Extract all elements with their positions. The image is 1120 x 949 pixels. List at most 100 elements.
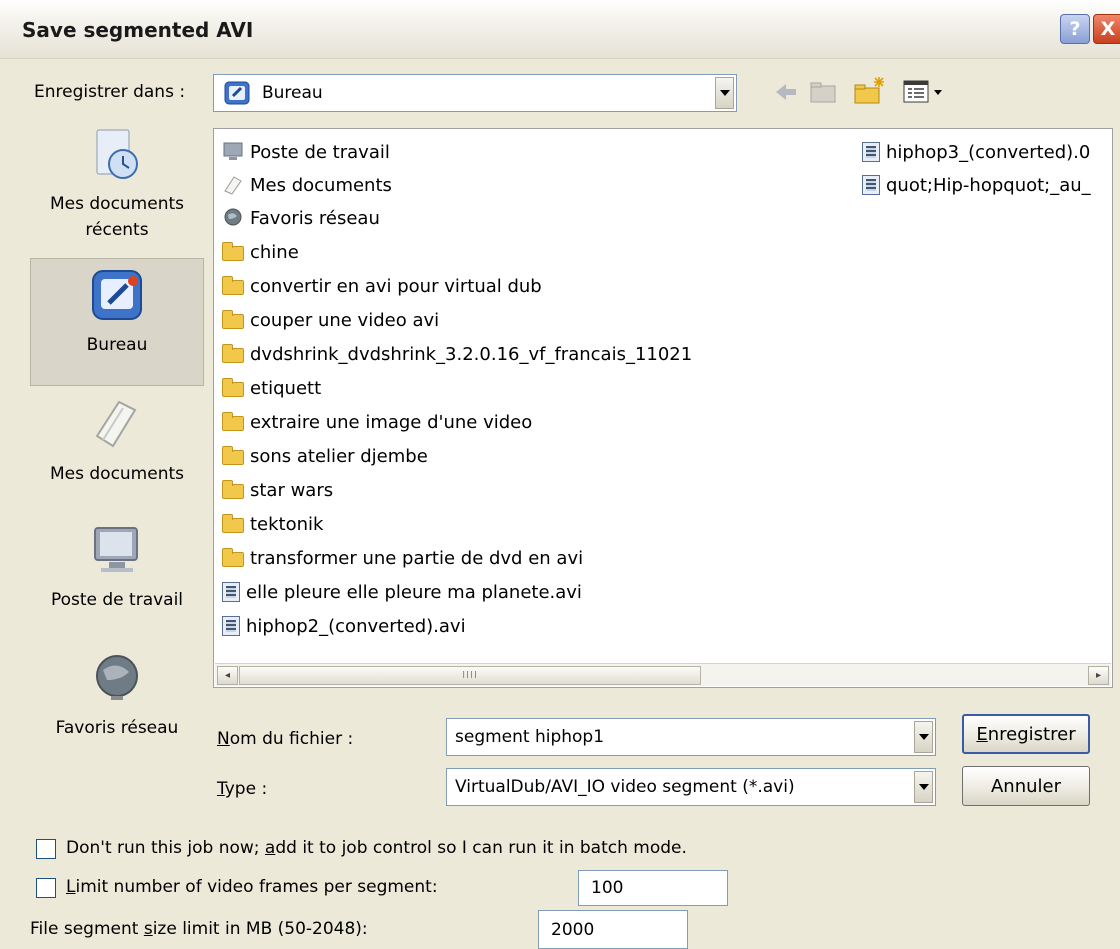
place-desktop[interactable]: Bureau	[30, 258, 204, 386]
folder-icon	[222, 412, 244, 431]
item-name: dvdshrink_dvdshrink_3.2.0.16_vf_francais…	[250, 343, 693, 365]
title-bar: Save segmented AVI ? X	[0, 0, 1120, 59]
list-item[interactable]: Poste de travail	[222, 137, 390, 167]
place-label: Poste de travail	[50, 590, 184, 610]
item-name: chine	[250, 241, 299, 263]
frames-per-segment-input[interactable]: 100	[578, 870, 728, 906]
desktop-icon	[92, 270, 142, 320]
horizontal-scrollbar[interactable]: ◂ IIII ▸	[215, 663, 1111, 686]
batch-mode-label: Don't run this job now; add it to job co…	[66, 838, 687, 858]
item-name: star wars	[250, 479, 334, 501]
save-in-value: Bureau	[262, 83, 323, 103]
filename-combo[interactable]: segment hiphop1	[446, 718, 936, 756]
place-recent-documents[interactable]: Mes documents récents	[30, 126, 204, 258]
place-my-documents[interactable]: Mes documents	[30, 396, 204, 514]
window-title: Save segmented AVI	[22, 18, 254, 42]
avi-file-icon	[222, 616, 240, 636]
place-label: Favoris réseau	[55, 718, 179, 738]
place-label: Mes documents récents	[49, 194, 185, 240]
avi-file-icon	[862, 142, 880, 162]
scroll-left-button[interactable]: ◂	[217, 666, 238, 685]
network-places-icon	[96, 655, 138, 700]
save-button[interactable]: Enregistrer	[962, 714, 1090, 754]
place-label: Mes documents	[49, 464, 185, 484]
item-name: tektonik	[250, 513, 324, 535]
list-item[interactable]: quot;Hip-hopquot;_au_	[862, 170, 1091, 200]
batch-mode-checkbox[interactable]	[36, 839, 56, 859]
item-name: elle pleure elle pleure ma planete.avi	[246, 581, 582, 603]
filetype-value: VirtualDub/AVI_IO video segment (*.avi)	[455, 777, 795, 797]
my-documents-icon	[95, 400, 137, 448]
folder-icon	[222, 378, 244, 397]
computer-icon	[223, 142, 243, 160]
list-item[interactable]: convertir en avi pour virtual dub	[222, 271, 542, 301]
list-item[interactable]: hiphop3_(converted).0	[862, 137, 1090, 167]
list-item[interactable]: transformer une partie de dvd en avi	[222, 543, 583, 573]
filetype-combo[interactable]: VirtualDub/AVI_IO video segment (*.avi)	[446, 768, 936, 806]
list-item[interactable]: chine	[222, 237, 299, 267]
documents-icon	[224, 176, 242, 195]
folder-icon	[222, 446, 244, 465]
filename-label: Nom du fichier :	[217, 729, 354, 749]
place-my-computer[interactable]: Poste de travail	[30, 522, 204, 650]
folder-icon	[222, 276, 244, 295]
folder-icon	[222, 548, 244, 567]
list-item[interactable]: etiquett	[222, 373, 321, 403]
close-button[interactable]: X	[1093, 14, 1120, 44]
place-label: Bureau	[86, 335, 148, 355]
save-in-label: Enregistrer dans :	[34, 82, 186, 102]
cancel-button[interactable]: Annuler	[962, 766, 1090, 806]
item-name: extraire une image d'une video	[250, 411, 533, 433]
list-item[interactable]: Mes documents	[222, 170, 392, 200]
segment-size-value: 2000	[551, 919, 595, 940]
file-list[interactable]: Poste de travail Mes documents Favoris r…	[213, 128, 1113, 688]
filetype-dropdown-button[interactable]	[914, 771, 933, 803]
list-item[interactable]: dvdshrink_dvdshrink_3.2.0.16_vf_francais…	[222, 339, 692, 369]
list-item[interactable]: star wars	[222, 475, 333, 505]
list-item[interactable]: couper une video avi	[222, 305, 439, 335]
my-computer-icon	[94, 527, 138, 572]
list-item[interactable]: sons atelier djembe	[222, 441, 428, 471]
list-item[interactable]: extraire une image d'une video	[222, 407, 532, 437]
save-in-combo[interactable]: Bureau	[213, 74, 737, 112]
folder-icon	[222, 242, 244, 261]
filename-dropdown-button[interactable]	[914, 721, 933, 753]
item-name: hiphop3_(converted).0	[886, 141, 1091, 163]
segment-size-label: File segment size limit in MB (50-2048):	[30, 919, 368, 939]
place-network-places[interactable]: Favoris réseau	[30, 650, 204, 766]
list-item[interactable]: tektonik	[222, 509, 323, 539]
frames-value: 100	[591, 878, 624, 898]
avi-file-icon	[222, 582, 240, 602]
item-name: etiquett	[250, 377, 322, 399]
recent-documents-icon	[96, 129, 138, 179]
folder-icon	[222, 310, 244, 329]
list-item[interactable]: hiphop2_(converted).avi	[222, 611, 466, 641]
back-icon[interactable]	[772, 80, 800, 104]
item-name: Favoris réseau	[250, 207, 380, 229]
limit-frames-label: Limit number of video frames per segment…	[66, 877, 438, 897]
avi-file-icon	[862, 175, 880, 195]
network-icon	[224, 208, 242, 226]
filename-value: segment hiphop1	[455, 727, 605, 747]
folder-icon	[222, 480, 244, 499]
view-menu-icon[interactable]	[900, 78, 946, 106]
scroll-right-button[interactable]: ▸	[1088, 666, 1109, 685]
item-name: transformer une partie de dvd en avi	[250, 547, 584, 569]
folder-icon	[222, 514, 244, 533]
limit-frames-checkbox[interactable]	[36, 878, 56, 898]
item-name: quot;Hip-hopquot;_au_	[886, 174, 1091, 196]
new-folder-icon[interactable]	[852, 74, 888, 106]
folder-icon	[222, 344, 244, 363]
help-button[interactable]: ?	[1060, 14, 1090, 44]
item-name: Mes documents	[250, 174, 392, 196]
segment-size-input[interactable]: 2000	[538, 910, 688, 949]
up-folder-icon[interactable]	[808, 78, 838, 106]
save-in-dropdown-button[interactable]	[715, 77, 734, 109]
item-name: Poste de travail	[250, 141, 390, 163]
list-item[interactable]: elle pleure elle pleure ma planete.avi	[222, 577, 582, 607]
desktop-icon	[224, 81, 250, 105]
list-item[interactable]: Favoris réseau	[222, 203, 380, 233]
filetype-label: Type :	[217, 779, 268, 799]
scrollbar-thumb[interactable]: IIII	[239, 666, 701, 685]
item-name: couper une video avi	[250, 309, 440, 331]
